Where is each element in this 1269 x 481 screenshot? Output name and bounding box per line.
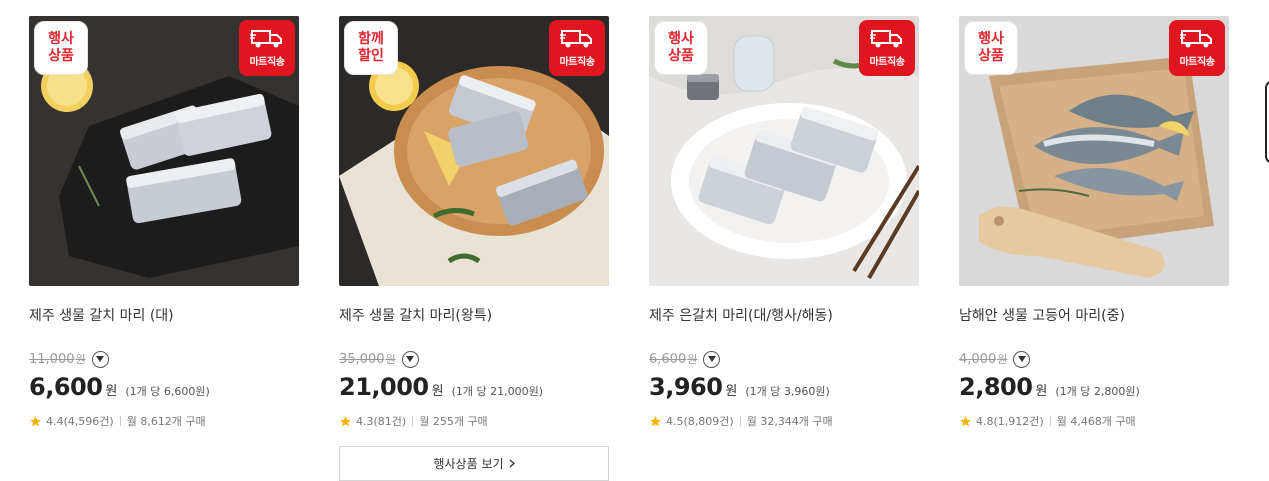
caret-down-icon <box>1017 356 1026 362</box>
mart-delivery-badge: 마트직송 <box>549 20 605 76</box>
original-price: 35,000 <box>339 351 385 367</box>
sale-price: 6,600 <box>29 373 103 401</box>
product-card: 함께할인 마트직송 제주 생물 갈치 마리(왕특) 35,000 원 21,00… <box>339 16 609 481</box>
rating-row: 4.4 (4,596건) 월 8,612개 구매 <box>29 413 206 429</box>
divider <box>412 416 414 426</box>
sale-price: 3,960 <box>649 373 723 401</box>
price-detail-toggle[interactable] <box>401 350 419 368</box>
price-unit: 원 <box>431 384 444 399</box>
price-row: 6,600 원 (1개 당 6,600원) <box>29 373 210 405</box>
original-price: 11,000 <box>29 351 75 367</box>
price-row: 3,960 원 (1개 당 3,960원) <box>649 373 830 405</box>
divider <box>119 416 121 426</box>
delivery-label: 마트직송 <box>249 57 285 68</box>
rating-score: 4.5 <box>666 414 684 428</box>
product-grid: 행사상품 마트직송 제주 생물 갈치 마리 (대) 11,000 원 6,600… <box>29 16 1229 481</box>
unit-price: (1개 당 3,960원) <box>745 385 830 398</box>
rating-score: 4.3 <box>356 414 374 428</box>
promo-tag: 행사상품 <box>964 21 1018 75</box>
product-name[interactable]: 제주 생물 갈치 마리(왕특) <box>339 305 609 325</box>
delivery-truck-icon <box>560 30 592 48</box>
price-row: 21,000 원 (1개 당 21,000원) <box>339 373 543 405</box>
delivery-label: 마트직송 <box>1179 57 1215 68</box>
product-card: 행사상품 마트직송 제주 은갈치 마리(대/행사/해동) 6,600 원 3,9… <box>649 16 919 481</box>
delivery-label: 마트직송 <box>869 57 905 68</box>
product-name[interactable]: 남해안 생물 고등어 마리(중) <box>959 305 1229 325</box>
star-icon <box>960 415 971 426</box>
star-icon <box>340 415 351 426</box>
caret-down-icon <box>96 356 105 362</box>
delivery-label: 마트직송 <box>559 57 595 68</box>
product-image[interactable]: 행사상품 마트직송 <box>649 16 919 286</box>
original-price-unit: 원 <box>687 353 698 366</box>
original-price-unit: 원 <box>385 353 396 366</box>
rating-row: 4.8 (1,912건) 월 4,468개 구매 <box>959 413 1136 429</box>
price-unit: 원 <box>1035 384 1048 399</box>
review-count[interactable]: (81건) <box>374 413 407 429</box>
original-price-row: 35,000 원 <box>339 350 419 368</box>
monthly-sales: 월 32,344개 구매 <box>746 415 833 428</box>
original-price-row: 6,600 원 <box>649 350 721 368</box>
product-name[interactable]: 제주 생물 갈치 마리 (대) <box>29 305 299 325</box>
chevron-right-icon <box>509 459 515 468</box>
unit-price: (1개 당 21,000원) <box>451 385 544 398</box>
caret-down-icon <box>406 356 415 362</box>
view-event-products-button[interactable]: 행사상품 보기 <box>339 446 609 481</box>
original-price: 4,000 <box>959 351 997 367</box>
original-price: 6,600 <box>649 351 687 367</box>
product-image[interactable]: 행사상품 마트직송 <box>29 16 299 286</box>
unit-price: (1개 당 2,800원) <box>1055 385 1140 398</box>
mart-delivery-badge: 마트직송 <box>1169 20 1225 76</box>
next-page-handle[interactable] <box>1265 80 1269 164</box>
price-unit: 원 <box>105 384 118 399</box>
review-count[interactable]: (8,809건) <box>684 413 734 429</box>
delivery-truck-icon <box>1180 30 1212 48</box>
original-price-row: 4,000 원 <box>959 350 1031 368</box>
star-icon <box>30 415 41 426</box>
delivery-truck-icon <box>870 30 902 48</box>
mart-delivery-badge: 마트직송 <box>239 20 295 76</box>
review-count[interactable]: (1,912건) <box>994 413 1044 429</box>
price-detail-toggle[interactable] <box>703 350 721 368</box>
monthly-sales: 월 255개 구매 <box>419 415 488 428</box>
sale-price: 21,000 <box>339 373 429 401</box>
rating-score: 4.4 <box>46 414 64 428</box>
price-row: 2,800 원 (1개 당 2,800원) <box>959 373 1140 405</box>
original-price-unit: 원 <box>75 353 86 366</box>
product-card: 행사상품 마트직송 남해안 생물 고등어 마리(중) 4,000 원 2,800… <box>959 16 1229 481</box>
monthly-sales: 월 4,468개 구매 <box>1056 415 1136 428</box>
promo-tag: 함께할인 <box>344 21 398 75</box>
mart-delivery-badge: 마트직송 <box>859 20 915 76</box>
review-count[interactable]: (4,596건) <box>64 413 114 429</box>
event-button-label: 행사상품 보기 <box>433 457 504 471</box>
rating-row: 4.3 (81건) 월 255개 구매 <box>339 413 488 429</box>
promo-tag: 행사상품 <box>34 21 88 75</box>
price-unit: 원 <box>725 384 738 399</box>
product-image[interactable]: 행사상품 마트직송 <box>959 16 1229 286</box>
rating-score: 4.8 <box>976 414 994 428</box>
delivery-truck-icon <box>250 30 282 48</box>
caret-down-icon <box>707 356 716 362</box>
promo-tag: 행사상품 <box>654 21 708 75</box>
original-price-row: 11,000 원 <box>29 350 109 368</box>
star-icon <box>650 415 661 426</box>
product-name[interactable]: 제주 은갈치 마리(대/행사/해동) <box>649 305 919 325</box>
monthly-sales: 월 8,612개 구매 <box>126 415 206 428</box>
rating-row: 4.5 (8,809건) 월 32,344개 구매 <box>649 413 833 429</box>
sale-price: 2,800 <box>959 373 1033 401</box>
product-image[interactable]: 함께할인 마트직송 <box>339 16 609 286</box>
original-price-unit: 원 <box>997 353 1008 366</box>
divider <box>739 416 741 426</box>
product-card: 행사상품 마트직송 제주 생물 갈치 마리 (대) 11,000 원 6,600… <box>29 16 299 481</box>
divider <box>1049 416 1051 426</box>
unit-price: (1개 당 6,600원) <box>125 385 210 398</box>
price-detail-toggle[interactable] <box>91 350 109 368</box>
price-detail-toggle[interactable] <box>1013 350 1031 368</box>
